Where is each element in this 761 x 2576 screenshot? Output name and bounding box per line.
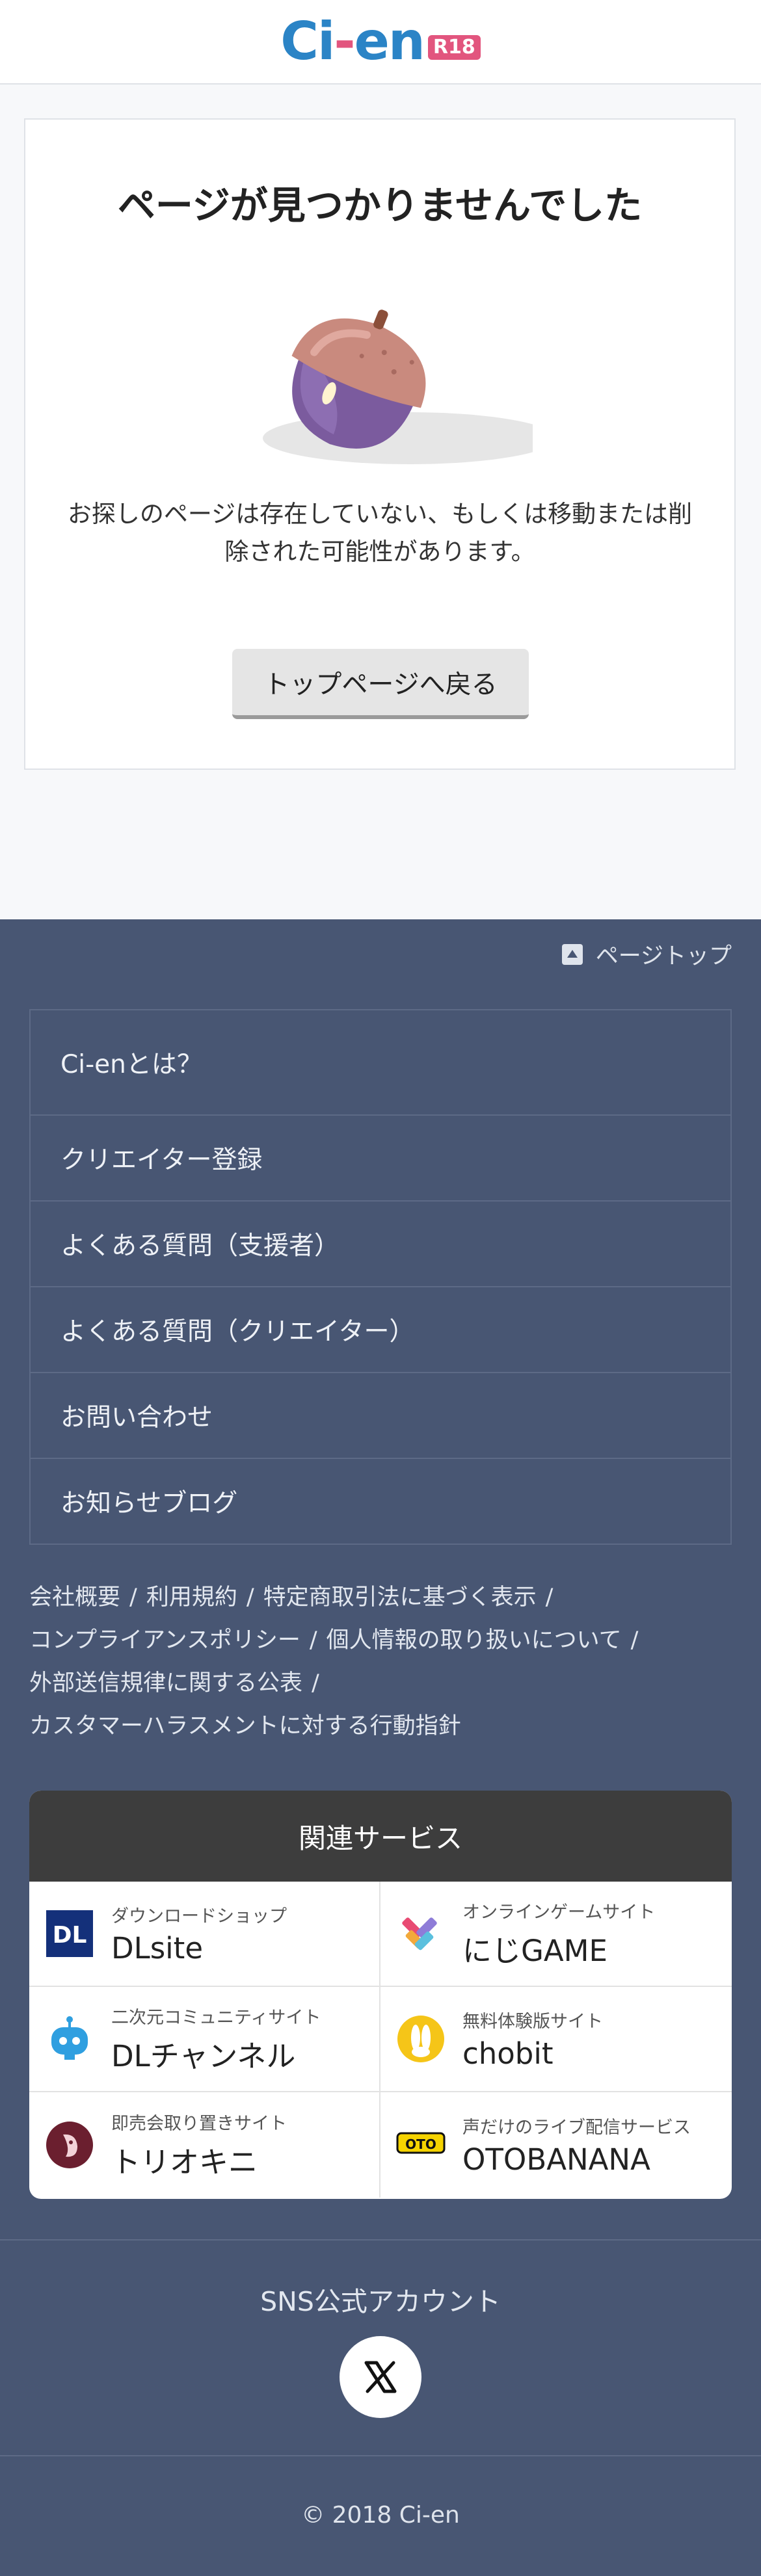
service-subtitle: オンラインゲームサイト	[462, 1902, 656, 1923]
menu-item-creator-register[interactable]: クリエイター登録	[31, 1114, 730, 1200]
chobit-icon	[395, 2013, 447, 2065]
link-commerce-law[interactable]: 特定商取引法に基づく表示	[263, 1584, 537, 1610]
logo-text: Ci-en	[280, 11, 425, 72]
dlsite-icon-text: DL	[53, 1922, 87, 1949]
service-dlsite[interactable]: DL ダウンロードショップ DLsite	[29, 1882, 380, 1987]
otobanana-icon-text: OTO	[405, 2136, 436, 2152]
service-name: DLsite	[111, 1931, 203, 1965]
legal-separator: /	[246, 1584, 254, 1610]
service-chobit[interactable]: 無料体験版サイト chobit	[380, 1987, 732, 2092]
error-card: ページが見つかりませんでした お探しのページは存在していない、もしくは移動または…	[24, 118, 736, 770]
main-content: ページが見つかりませんでした お探しのページは存在していない、もしくは移動または…	[0, 85, 761, 919]
nijigame-icon	[395, 1908, 447, 1960]
link-terms[interactable]: 利用規約	[146, 1584, 237, 1610]
menu-item-about[interactable]: Ci-enとは？	[31, 1010, 730, 1114]
service-otobanana[interactable]: OTO 声だけのライブ配信サービス OTOBANANA	[380, 2092, 732, 2198]
footer-menu: Ci-enとは？ クリエイター登録 よくある質問（支援者） よくある質問（クリエ…	[29, 1009, 732, 1545]
otobanana-icon: OTO	[395, 2119, 447, 2171]
page-top-link[interactable]: ページトップ	[561, 938, 732, 971]
site-header: Ci-en R18	[0, 0, 761, 85]
menu-item-news-blog[interactable]: お知らせブログ	[31, 1458, 730, 1544]
legal-links: 会社概要 / 利用規約 / 特定商取引法に基づく表示 / コンプライアンスポリシー / 個人情…	[29, 1576, 738, 1748]
legal-separator: /	[630, 1627, 639, 1653]
service-dlchannel[interactable]: 二次元コミュニティサイト DLチャンネル	[29, 1987, 380, 2092]
service-name: にじGAME	[462, 1934, 607, 1968]
dlchannel-icon	[44, 2013, 96, 2065]
acorn-illustration	[263, 309, 533, 464]
legal-separator: /	[129, 1584, 137, 1610]
error-message: お探しのページは存在していない、もしくは移動または削除された可能性があります。	[67, 500, 693, 566]
service-name: トリオキニ	[111, 2145, 258, 2179]
related-services: 関連サービス DL ダウンロードショップ DLsite オンラインゲームサイト …	[29, 1791, 732, 2199]
menu-item-faq-creator[interactable]: よくある質問（クリエイター）	[31, 1286, 730, 1372]
link-external-transmission[interactable]: 外部送信規律に関する公表	[29, 1670, 302, 1696]
page-top-label: ページトップ	[595, 943, 732, 969]
menu-item-faq-supporter[interactable]: よくある質問（支援者）	[31, 1200, 730, 1286]
dlsite-icon: DL	[44, 1908, 96, 1960]
service-name: chobit	[462, 2036, 554, 2071]
legal-separator: /	[545, 1584, 554, 1610]
service-subtitle: 二次元コミュニティサイト	[111, 2008, 321, 2028]
x-account-button[interactable]	[340, 2336, 421, 2418]
service-subtitle: 即売会取り置きサイト	[111, 2114, 287, 2134]
service-subtitle: 無料体験版サイト	[462, 2012, 603, 2032]
service-name: DLチャンネル	[111, 2039, 296, 2073]
menu-item-contact[interactable]: お問い合わせ	[31, 1372, 730, 1458]
link-compliance[interactable]: コンプライアンスポリシー	[29, 1627, 300, 1653]
back-to-top-button[interactable]: トップページへ戻る	[232, 649, 529, 719]
service-subtitle: ダウンロードショップ	[111, 1906, 287, 1926]
site-footer: ページトップ Ci-enとは？ クリエイター登録 よくある質問（支援者） よくあ…	[0, 919, 761, 2576]
legal-separator: /	[312, 1670, 319, 1696]
page-title: ページが見つかりませんでした	[117, 183, 643, 228]
related-services-title: 関連サービス	[29, 1791, 732, 1882]
divider	[0, 2455, 761, 2456]
torioki-icon	[44, 2119, 96, 2171]
legal-separator: /	[309, 1627, 317, 1653]
service-nijigame[interactable]: オンラインゲームサイト にじGAME	[380, 1882, 732, 1987]
x-icon	[364, 2361, 397, 2393]
copyright: © 2018 Ci-en	[301, 2502, 460, 2529]
service-name: OTOBANANA	[462, 2142, 650, 2177]
ci-en-logo[interactable]: Ci-en R18	[280, 11, 481, 72]
r18-badge: R18	[427, 35, 481, 60]
service-torioki[interactable]: 即売会取り置きサイト トリオキニ	[29, 2092, 380, 2198]
service-subtitle: 声だけのライブ配信サービス	[462, 2118, 691, 2138]
divider	[0, 2239, 761, 2241]
link-privacy[interactable]: 個人情報の取り扱いについて	[327, 1627, 622, 1653]
link-harassment-policy[interactable]: カスタマーハラスメントに対する行動指針	[29, 1713, 461, 1739]
sns-title: SNS公式アカウント	[260, 2286, 501, 2317]
link-company[interactable]: 会社概要	[29, 1584, 120, 1610]
services-grid: DL ダウンロードショップ DLsite オンラインゲームサイト にじGAME …	[29, 1882, 732, 2198]
arrow-up-icon	[561, 943, 583, 965]
